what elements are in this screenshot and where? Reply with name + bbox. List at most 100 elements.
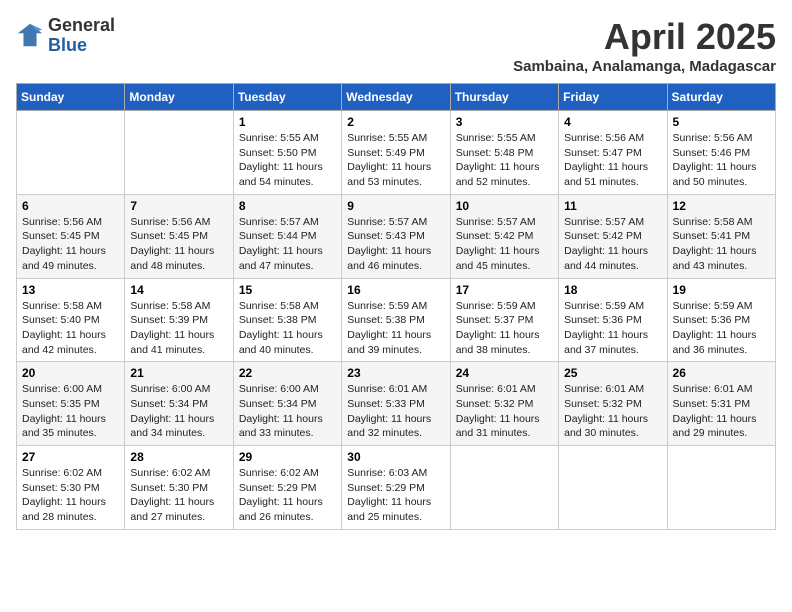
day-detail: Sunrise: 6:01 AMSunset: 5:33 PMDaylight:…: [347, 382, 444, 441]
logo: General Blue: [16, 16, 115, 56]
day-number: 7: [130, 199, 227, 213]
calendar-cell: 29 Sunrise: 6:02 AMSunset: 5:29 PMDayligh…: [233, 446, 341, 530]
calendar-cell: 23 Sunrise: 6:01 AMSunset: 5:33 PMDayligh…: [342, 362, 450, 446]
calendar-cell: 12 Sunrise: 5:58 AMSunset: 5:41 PMDayligh…: [667, 194, 775, 278]
day-detail: Sunrise: 5:55 AMSunset: 5:48 PMDaylight:…: [456, 131, 553, 190]
day-detail: Sunrise: 5:55 AMSunset: 5:49 PMDaylight:…: [347, 131, 444, 190]
day-detail: Sunrise: 5:56 AMSunset: 5:45 PMDaylight:…: [22, 215, 119, 274]
weekday-header: Monday: [125, 84, 233, 111]
day-detail: Sunrise: 6:03 AMSunset: 5:29 PMDaylight:…: [347, 466, 444, 525]
day-number: 14: [130, 283, 227, 297]
day-number: 11: [564, 199, 661, 213]
calendar-cell: 17 Sunrise: 5:59 AMSunset: 5:37 PMDayligh…: [450, 278, 558, 362]
calendar-cell: 8Sunrise: 5:57 AMSunset: 5:44 PMDaylight…: [233, 194, 341, 278]
calendar-cell: 27 Sunrise: 6:02 AMSunset: 5:30 PMDayligh…: [17, 446, 125, 530]
calendar-cell: 16 Sunrise: 5:59 AMSunset: 5:38 PMDayligh…: [342, 278, 450, 362]
day-number: 20: [22, 366, 119, 380]
day-number: 10: [456, 199, 553, 213]
calendar-cell: 24 Sunrise: 6:01 AMSunset: 5:32 PMDayligh…: [450, 362, 558, 446]
day-detail: Sunrise: 5:58 AMSunset: 5:41 PMDaylight:…: [673, 215, 770, 274]
day-detail: Sunrise: 6:00 AMSunset: 5:34 PMDaylight:…: [130, 382, 227, 441]
day-detail: Sunrise: 5:57 AMSunset: 5:44 PMDaylight:…: [239, 215, 336, 274]
day-number: 26: [673, 366, 770, 380]
calendar-cell: 14 Sunrise: 5:58 AMSunset: 5:39 PMDayligh…: [125, 278, 233, 362]
day-number: 9: [347, 199, 444, 213]
day-number: 2: [347, 115, 444, 129]
calendar-cell: 26 Sunrise: 6:01 AMSunset: 5:31 PMDayligh…: [667, 362, 775, 446]
day-detail: Sunrise: 5:59 AMSunset: 5:36 PMDaylight:…: [673, 299, 770, 358]
weekday-header: Thursday: [450, 84, 558, 111]
day-number: 12: [673, 199, 770, 213]
weekday-header: Tuesday: [233, 84, 341, 111]
calendar-cell: 9 Sunrise: 5:57 AMSunset: 5:43 PMDaylight…: [342, 194, 450, 278]
title-block: April 2025 Sambaina, Analamanga, Madagas…: [513, 16, 776, 75]
calendar-cell: 21 Sunrise: 6:00 AMSunset: 5:34 PMDayligh…: [125, 362, 233, 446]
day-number: 27: [22, 450, 119, 464]
weekday-header: Friday: [559, 84, 667, 111]
day-detail: Sunrise: 6:01 AMSunset: 5:31 PMDaylight:…: [673, 382, 770, 441]
calendar-cell: 5 Sunrise: 5:56 AMSunset: 5:46 PMDaylight…: [667, 111, 775, 195]
day-number: 28: [130, 450, 227, 464]
logo-blue: Blue: [48, 36, 115, 56]
day-number: 6: [22, 199, 119, 213]
day-number: 16: [347, 283, 444, 297]
day-number: 5: [673, 115, 770, 129]
day-number: 18: [564, 283, 661, 297]
day-detail: Sunrise: 5:56 AMSunset: 5:47 PMDaylight:…: [564, 131, 661, 190]
logo-text: General Blue: [48, 16, 115, 56]
calendar-cell: 3 Sunrise: 5:55 AMSunset: 5:48 PMDaylight…: [450, 111, 558, 195]
calendar-cell: [667, 446, 775, 530]
calendar-cell: 25 Sunrise: 6:01 AMSunset: 5:32 PMDayligh…: [559, 362, 667, 446]
calendar-cell: 4Sunrise: 5:56 AMSunset: 5:47 PMDaylight…: [559, 111, 667, 195]
calendar-cell: 30Sunrise: 6:03 AMSunset: 5:29 PMDayligh…: [342, 446, 450, 530]
day-detail: Sunrise: 6:00 AMSunset: 5:35 PMDaylight:…: [22, 382, 119, 441]
day-detail: Sunrise: 5:59 AMSunset: 5:38 PMDaylight:…: [347, 299, 444, 358]
day-detail: Sunrise: 6:01 AMSunset: 5:32 PMDaylight:…: [456, 382, 553, 441]
calendar-cell: [125, 111, 233, 195]
day-detail: Sunrise: 5:56 AMSunset: 5:46 PMDaylight:…: [673, 131, 770, 190]
month-title: April 2025: [513, 16, 776, 58]
calendar-cell: 22Sunrise: 6:00 AMSunset: 5:34 PMDayligh…: [233, 362, 341, 446]
page-header: General Blue April 2025 Sambaina, Analam…: [16, 16, 776, 75]
day-detail: Sunrise: 6:02 AMSunset: 5:29 PMDaylight:…: [239, 466, 336, 525]
logo-general: General: [48, 16, 115, 36]
calendar-week-row: 6 Sunrise: 5:56 AMSunset: 5:45 PMDaylight…: [17, 194, 776, 278]
calendar-week-row: 20 Sunrise: 6:00 AMSunset: 5:35 PMDayligh…: [17, 362, 776, 446]
calendar-cell: 10 Sunrise: 5:57 AMSunset: 5:42 PMDayligh…: [450, 194, 558, 278]
day-number: 24: [456, 366, 553, 380]
calendar-cell: 28Sunrise: 6:02 AMSunset: 5:30 PMDayligh…: [125, 446, 233, 530]
calendar-cell: 20 Sunrise: 6:00 AMSunset: 5:35 PMDayligh…: [17, 362, 125, 446]
calendar-cell: 2 Sunrise: 5:55 AMSunset: 5:49 PMDaylight…: [342, 111, 450, 195]
calendar-table: SundayMondayTuesdayWednesdayThursdayFrid…: [16, 83, 776, 530]
day-number: 29: [239, 450, 336, 464]
day-number: 13: [22, 283, 119, 297]
calendar-week-row: 13Sunrise: 5:58 AMSunset: 5:40 PMDayligh…: [17, 278, 776, 362]
day-detail: Sunrise: 5:57 AMSunset: 5:42 PMDaylight:…: [456, 215, 553, 274]
logo-icon: [16, 22, 44, 50]
weekday-header: Saturday: [667, 84, 775, 111]
day-number: 17: [456, 283, 553, 297]
day-detail: Sunrise: 6:02 AMSunset: 5:30 PMDaylight:…: [22, 466, 119, 525]
day-number: 23: [347, 366, 444, 380]
calendar-week-row: 27 Sunrise: 6:02 AMSunset: 5:30 PMDayligh…: [17, 446, 776, 530]
location-subtitle: Sambaina, Analamanga, Madagascar: [513, 58, 776, 75]
day-detail: Sunrise: 5:57 AMSunset: 5:43 PMDaylight:…: [347, 215, 444, 274]
calendar-cell: [17, 111, 125, 195]
day-detail: Sunrise: 5:57 AMSunset: 5:42 PMDaylight:…: [564, 215, 661, 274]
calendar-cell: 19Sunrise: 5:59 AMSunset: 5:36 PMDayligh…: [667, 278, 775, 362]
calendar-week-row: 1Sunrise: 5:55 AMSunset: 5:50 PMDaylight…: [17, 111, 776, 195]
day-detail: Sunrise: 5:59 AMSunset: 5:37 PMDaylight:…: [456, 299, 553, 358]
day-detail: Sunrise: 6:01 AMSunset: 5:32 PMDaylight:…: [564, 382, 661, 441]
day-detail: Sunrise: 6:00 AMSunset: 5:34 PMDaylight:…: [239, 382, 336, 441]
calendar-cell: 1Sunrise: 5:55 AMSunset: 5:50 PMDaylight…: [233, 111, 341, 195]
calendar-cell: 18Sunrise: 5:59 AMSunset: 5:36 PMDayligh…: [559, 278, 667, 362]
calendar-cell: 15Sunrise: 5:58 AMSunset: 5:38 PMDayligh…: [233, 278, 341, 362]
day-number: 15: [239, 283, 336, 297]
calendar-cell: 13Sunrise: 5:58 AMSunset: 5:40 PMDayligh…: [17, 278, 125, 362]
day-number: 25: [564, 366, 661, 380]
day-number: 3: [456, 115, 553, 129]
day-number: 21: [130, 366, 227, 380]
calendar-cell: 7Sunrise: 5:56 AMSunset: 5:45 PMDaylight…: [125, 194, 233, 278]
day-detail: Sunrise: 5:58 AMSunset: 5:39 PMDaylight:…: [130, 299, 227, 358]
calendar-cell: [559, 446, 667, 530]
